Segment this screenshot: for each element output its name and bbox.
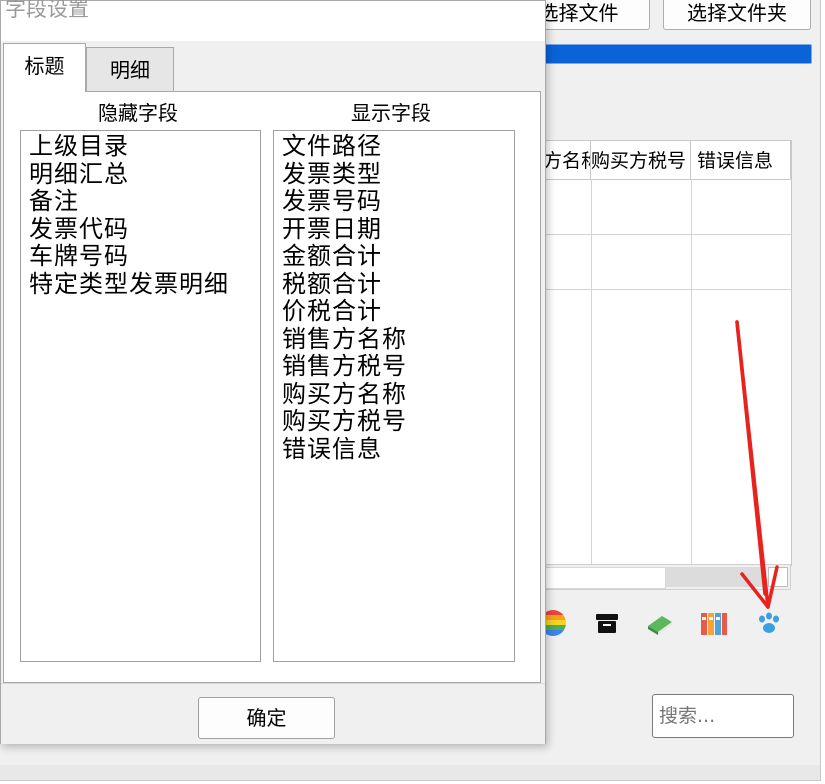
shown-field-item[interactable]: 金额合计 [282,242,514,271]
tab-title[interactable]: 标题 [3,43,86,92]
ok-button[interactable]: 确定 [198,697,335,739]
shown-field-item[interactable]: 价税合计 [282,297,514,326]
hidden-fields-list[interactable]: 上级目录 明细汇总 备注 发票代码 车牌号码 特定类型发票明细 [20,130,261,662]
search-input[interactable] [652,694,794,738]
horizontal-scrollbar[interactable] [543,564,791,590]
green-book-icon[interactable] [645,608,675,638]
shown-field-item[interactable]: 发票号码 [282,187,514,216]
grid-divider [691,179,692,565]
shown-field-item[interactable]: 税额合计 [282,270,514,299]
hidden-field-item[interactable]: 车牌号码 [29,242,260,271]
hidden-field-item[interactable]: 发票代码 [29,215,260,244]
shown-field-item[interactable]: 购买方名称 [282,380,514,409]
hidden-field-item[interactable]: 备注 [29,187,260,216]
dialog-titlebar[interactable]: 字段设置 [1,0,545,41]
scrollbar-track[interactable] [544,567,666,589]
hidden-fields-label: 隐藏字段 [98,101,178,125]
grid-divider [591,179,592,565]
shown-field-item[interactable]: 销售方税号 [282,352,514,381]
status-strip [0,765,820,780]
scrollbar-thumb[interactable] [666,567,766,587]
grid-column-error-info[interactable]: 错误信息 [691,141,791,179]
archive-box-icon[interactable] [592,608,622,638]
hidden-field-item[interactable]: 特定类型发票明细 [29,270,260,299]
progress-bar [540,44,812,64]
grid-column-seller-name[interactable]: 方名称 [543,141,591,179]
select-folder-button[interactable]: 选择文件夹 [663,0,811,30]
paw-print-icon[interactable] [754,608,784,638]
shown-field-item[interactable]: 销售方名称 [282,325,514,354]
shown-field-item[interactable]: 发票类型 [282,160,514,189]
grid-row-divider [543,289,791,290]
hidden-field-item[interactable]: 上级目录 [29,132,260,161]
grid-header: 方名称 购买方税号 错误信息 [543,141,791,180]
shown-field-item[interactable]: 开票日期 [282,215,514,244]
binders-icon[interactable] [699,608,729,638]
shown-fields-list[interactable]: 文件路径 发票类型 发票号码 开票日期 金额合计 税额合计 价税合计 销售方名称… [273,130,515,662]
grid-column-buyer-tax-id[interactable]: 购买方税号 [591,141,691,179]
hidden-field-item[interactable]: 明细汇总 [29,160,260,189]
scroll-right-arrow-icon[interactable] [768,567,788,587]
shown-field-item[interactable]: 文件路径 [282,132,514,161]
shown-field-item[interactable]: 错误信息 [282,435,514,464]
field-settings-dialog: 字段设置 标题 明细 隐藏字段 显示字段 上级目录 明细汇总 备注 发票代码 车… [0,0,546,744]
grid-row-divider [543,234,791,235]
dialog-title: 字段设置 [5,0,89,21]
shown-fields-label: 显示字段 [351,101,431,125]
shown-field-item[interactable]: 购买方税号 [282,407,514,436]
results-grid[interactable]: 方名称 购买方税号 错误信息 [543,140,792,566]
tab-detail[interactable]: 明细 [86,47,174,91]
